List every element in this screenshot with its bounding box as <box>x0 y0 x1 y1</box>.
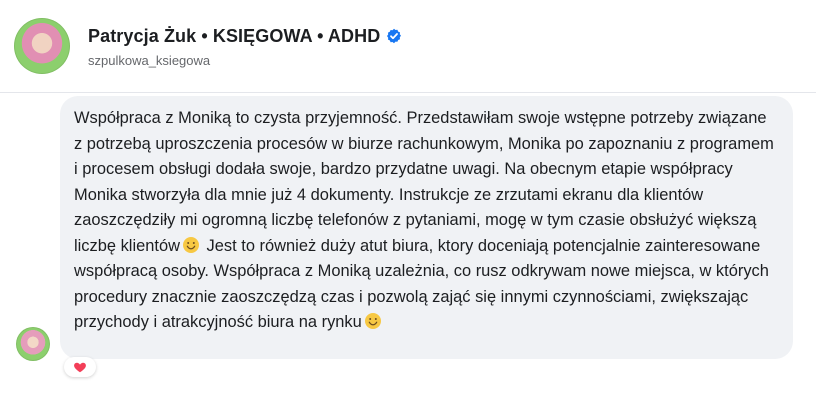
smiling-face-emoji-icon <box>182 236 199 253</box>
author-username[interactable]: szpulkowa_ksiegowa <box>88 53 210 68</box>
header-divider <box>0 92 816 93</box>
author-avatar[interactable] <box>14 18 70 74</box>
author-name[interactable]: Patrycja Żuk • KSIĘGOWA • ADHD <box>88 26 380 47</box>
commenter-avatar[interactable] <box>16 327 50 361</box>
comment-text: Współpraca z Moniką to czysta przyjemnoś… <box>74 106 779 336</box>
post-header: Patrycja Żuk • KSIĘGOWA • ADHD szpulkowa… <box>0 0 816 92</box>
smiling-face-emoji-icon <box>364 313 381 329</box>
verified-badge-icon <box>387 28 402 44</box>
heart-reaction-icon <box>74 362 86 373</box>
comment-bubble: Współpraca z Moniką to czysta przyjemnoś… <box>60 96 793 359</box>
author-name-line: Patrycja Żuk • KSIĘGOWA • ADHD <box>88 24 402 48</box>
reaction-badge[interactable] <box>64 357 96 377</box>
comment-text-part-1: Współpraca z Moniką to czysta przyjemnoś… <box>74 109 774 255</box>
